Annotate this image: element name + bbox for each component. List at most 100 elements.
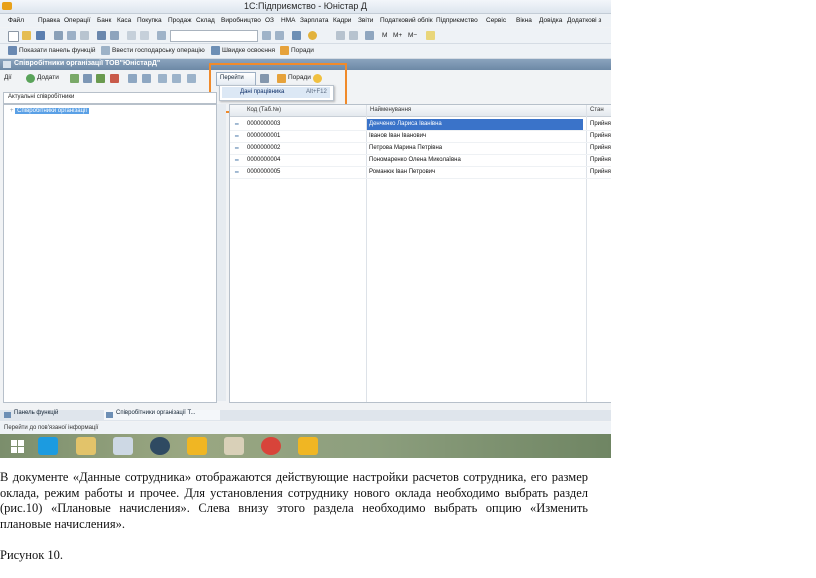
menu-file[interactable]: Файл	[8, 17, 24, 24]
menu-bar: Файл Правка Операції Банк Каса Покупка П…	[0, 14, 611, 27]
menu-service[interactable]: Сервіс	[486, 17, 506, 24]
filter-icon[interactable]	[158, 74, 167, 83]
menu-sale[interactable]: Продаж	[168, 17, 192, 24]
menu-operations[interactable]: Операції	[64, 17, 90, 24]
menu-os[interactable]: ОЗ	[265, 17, 274, 24]
redo-icon[interactable]	[140, 31, 149, 40]
menu-warehouse[interactable]: Склад	[196, 17, 215, 24]
menu-salary[interactable]: Зарплата	[300, 17, 328, 24]
lightbulb-icon[interactable]	[426, 31, 435, 40]
form-title: Співробітники організації ТОВ"ЮністарД"	[14, 60, 161, 67]
menu-enterprise[interactable]: Підприємство	[436, 17, 478, 24]
tree-item-root[interactable]: + Співробітники організації	[10, 108, 90, 114]
row-icon: ━	[235, 134, 239, 140]
enter-operation-button[interactable]: Ввести господарську операцію	[112, 47, 205, 54]
quick-start-button[interactable]: Швидке освоєння	[222, 47, 275, 54]
menu-personnel[interactable]: Кадри	[333, 17, 351, 24]
column-name[interactable]: Найменування	[370, 107, 411, 113]
print-icon[interactable]	[97, 31, 106, 40]
paste-icon[interactable]	[80, 31, 89, 40]
menu-cash[interactable]: Каса	[117, 17, 131, 24]
copy-icon[interactable]	[67, 31, 76, 40]
windows-start-icon[interactable]	[8, 437, 28, 455]
memory-m-button[interactable]: M	[382, 32, 387, 39]
app-title: 1С:Підприємство - Юністар Д	[244, 1, 367, 11]
paint-icon[interactable]	[224, 437, 244, 455]
table-row[interactable]: ━ 0000000003 Денченко Лариса Іванівна Пр…	[230, 119, 611, 131]
employees-table: Код (Таб.№) Найменування Стан ━ 00000000…	[229, 104, 611, 403]
file-explorer-icon[interactable]	[76, 437, 96, 455]
panel-icon	[8, 46, 17, 55]
preview-icon[interactable]	[110, 31, 119, 40]
application-screenshot: 1С:Підприємство - Юністар Д Файл Правка …	[0, 0, 611, 458]
tips-button[interactable]: Поради	[291, 47, 314, 54]
sort-icon[interactable]	[187, 74, 196, 83]
menu-production[interactable]: Виробництво	[221, 17, 261, 24]
undo-icon[interactable]	[127, 31, 136, 40]
add-button[interactable]: Додати	[37, 74, 59, 81]
calendar-icon[interactable]	[336, 31, 345, 40]
new-document-icon[interactable]	[8, 31, 19, 42]
memory-minus-button[interactable]: M−	[408, 32, 417, 39]
quick-start-icon	[211, 46, 220, 55]
menu-help[interactable]: Довідка	[539, 17, 562, 24]
hierarchy-icon[interactable]	[128, 74, 137, 83]
open-folder-icon[interactable]	[22, 31, 31, 40]
table-row[interactable]: ━ 0000000005 Романюк Іван Петрович Прийн…	[230, 167, 611, 179]
skype-icon[interactable]	[38, 437, 58, 455]
notepad-icon[interactable]	[113, 437, 133, 455]
show-panel-button[interactable]: Показати панель функцій	[19, 47, 96, 54]
onec-active-icon[interactable]	[298, 437, 318, 455]
panel-splitter[interactable]	[217, 104, 226, 401]
employee-filter-select[interactable]: Актуальні співробітники	[3, 92, 217, 104]
menu-reports[interactable]: Звіти	[358, 17, 373, 24]
cell-name: Пономаренко Олена Миколаївна	[369, 157, 461, 163]
filter-off-icon[interactable]	[172, 74, 181, 83]
table-row[interactable]: ━ 0000000002 Петрова Марина Петрівна При…	[230, 143, 611, 155]
find-icon[interactable]	[157, 31, 166, 40]
cell-code: 0000000003	[247, 121, 281, 127]
menu-edit[interactable]: Правка	[38, 17, 60, 24]
cell-state: Прийнят	[590, 157, 611, 163]
row-icon: ━	[235, 122, 239, 128]
main-toolbar: M M+ M−	[0, 28, 611, 44]
secondary-toolbar: Показати панель функцій Ввести господарс…	[0, 44, 611, 59]
move-icon[interactable]	[142, 74, 151, 83]
menu-purchase[interactable]: Покупка	[137, 17, 162, 24]
status-bar: Перейти до пов'язаної інформації	[0, 422, 611, 434]
info-icon[interactable]	[308, 31, 317, 40]
cell-name: Денченко Лариса Іванівна	[367, 119, 583, 130]
document-icon[interactable]	[365, 31, 374, 40]
tab-label: Панель функцій	[14, 410, 59, 416]
memory-plus-button[interactable]: M+	[393, 32, 402, 39]
menu-nma[interactable]: НМА	[281, 17, 295, 24]
employee-filter-value: Актуальні співробітники	[8, 94, 75, 100]
tab-function-panel[interactable]: Панель функцій	[2, 410, 110, 420]
menu-tax[interactable]: Податковий облік	[380, 17, 433, 24]
search-next-icon[interactable]	[262, 31, 271, 40]
help-icon[interactable]	[292, 31, 301, 40]
menu-bank[interactable]: Банк	[97, 17, 111, 24]
search-input[interactable]	[170, 30, 258, 42]
edit-icon[interactable]	[96, 74, 105, 83]
add-icon[interactable]	[26, 74, 35, 83]
search-prev-icon[interactable]	[275, 31, 284, 40]
menu-windows[interactable]: Вікна	[516, 17, 532, 24]
copy-item-icon[interactable]	[83, 74, 92, 83]
actions-menu[interactable]: Дії	[4, 74, 12, 81]
table-row[interactable]: ━ 0000000001 Іванов Іван Іванович Прийня…	[230, 131, 611, 143]
cut-icon[interactable]	[54, 31, 63, 40]
onec-icon[interactable]	[187, 437, 207, 455]
chrome-icon[interactable]	[261, 437, 281, 455]
media-player-icon[interactable]	[150, 437, 170, 455]
calculator-icon[interactable]	[349, 31, 358, 40]
tab-employees[interactable]: Співробітники організації Т...	[104, 410, 220, 420]
menu-extra[interactable]: Додаткові з	[567, 17, 601, 24]
save-icon[interactable]	[36, 31, 45, 40]
add-group-icon[interactable]	[70, 74, 79, 83]
column-state[interactable]: Стан	[590, 107, 604, 113]
column-code[interactable]: Код (Таб.№)	[247, 107, 281, 113]
delete-icon[interactable]	[110, 74, 119, 83]
table-row[interactable]: ━ 0000000004 Пономаренко Олена Миколаївн…	[230, 155, 611, 167]
document-paragraph: В документе «Данные сотрудника» отобража…	[0, 470, 588, 531]
